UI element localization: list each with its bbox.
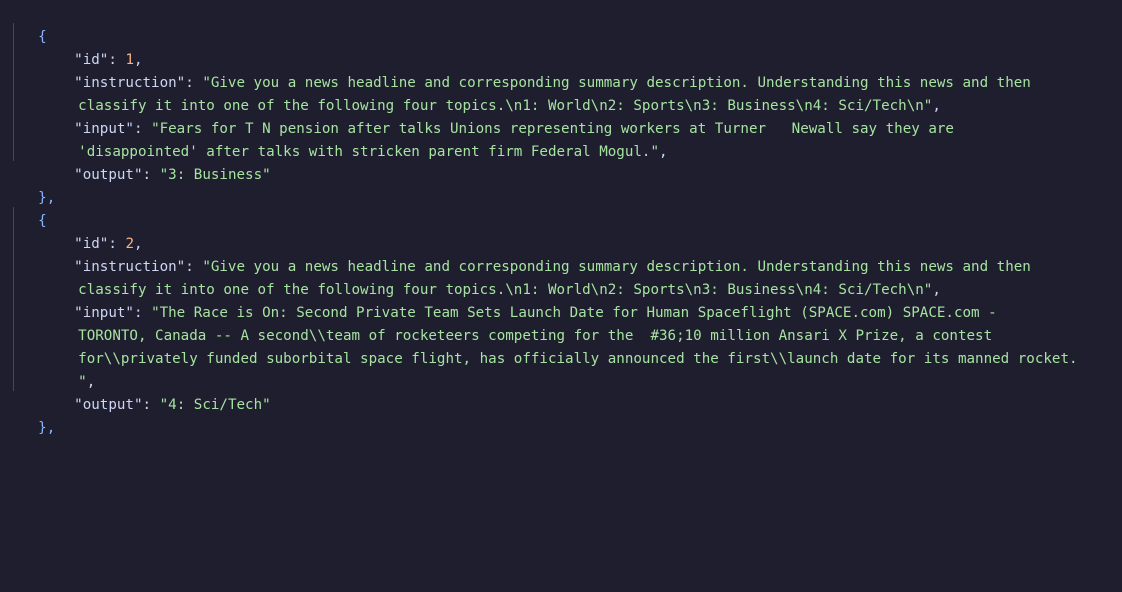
code-line: 'disappointed' after talks with stricken… [4,118,667,160]
input-value-continued: for\\privately funded suborbital space f… [78,351,1078,367]
code-line: "input": "Fears for T N pension after ta… [4,95,954,137]
json-key-output: "output" [74,167,143,183]
colon: : [142,167,160,183]
code-line: ", [4,348,95,390]
code-line: { [4,3,47,45]
output-value: "3: Business" [159,167,271,183]
code-line: classify it into one of the following fo… [4,72,941,114]
code-line: for\\privately funded suborbital space f… [4,325,1077,367]
code-line: classify it into one of the following fo… [4,256,941,298]
code-line: "output": "4: Sci/Tech" [4,371,270,413]
json-key-output: "output" [74,397,143,413]
code-line: "input": "The Race is On: Second Private… [4,279,997,321]
comma: , [659,144,668,160]
code-line: TORONTO, Canada -- A second\\team of roc… [4,302,992,344]
object-close-brace: }, [38,420,56,436]
code-line: "output": "3: Business" [4,141,270,183]
code-editor[interactable]: { "id": 1, "instruction": "Give you a ne… [0,0,1122,436]
colon: : [142,397,160,413]
code-line: { [4,187,47,229]
code-line: }, [4,394,55,436]
code-line: "id": 2, [4,210,142,252]
code-line: }, [4,164,55,206]
output-value: "4: Sci/Tech" [159,397,271,413]
code-line: "id": 1, [4,26,142,68]
code-line: "instruction": "Give you a news headline… [4,49,1031,91]
code-line: "instruction": "Give you a news headline… [4,233,1031,275]
